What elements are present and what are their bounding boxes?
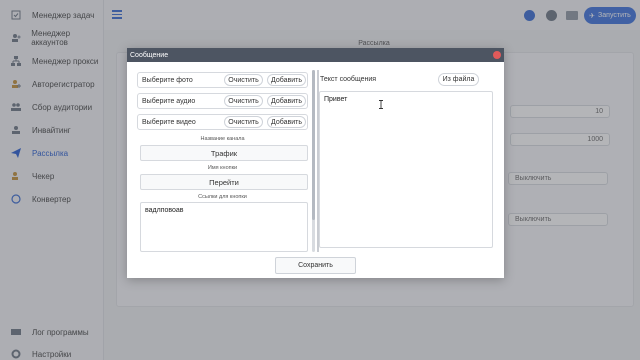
left-scrollbar[interactable] (312, 70, 315, 252)
scrollbar-thumb[interactable] (312, 70, 315, 220)
text-cursor-icon (378, 100, 384, 109)
message-textarea[interactable]: Привет (319, 91, 493, 248)
clear-photo-button[interactable]: Очистить (224, 74, 263, 86)
clear-audio-button[interactable]: Очистить (224, 95, 263, 107)
links-textarea[interactable]: вадлповоав (140, 202, 308, 252)
message-label: Текст сообщения (320, 76, 377, 83)
modal-header: Сообщение (127, 48, 504, 62)
save-button[interactable]: Сохранить (275, 257, 356, 274)
audio-label: Выберите аудио (142, 97, 196, 105)
message-modal: Сообщение Выберите фото Очистить Добавит… (127, 48, 504, 278)
clear-video-button[interactable]: Очистить (224, 116, 263, 128)
from-file-button[interactable]: Из файла (438, 73, 479, 86)
media-column: Выберите фото Очистить Добавить Выберите… (137, 70, 311, 252)
message-column: Текст сообщения Из файла Привет (319, 70, 495, 252)
message-text: Привет (324, 96, 348, 103)
audio-row: Выберите аудио Очистить Добавить (137, 93, 308, 109)
video-label: Выберите видео (142, 118, 196, 126)
photo-label: Выберите фото (142, 76, 193, 84)
modal-title: Сообщение (130, 51, 169, 59)
add-photo-button[interactable]: Добавить (267, 74, 306, 86)
channel-name-field[interactable]: Трафик (140, 145, 308, 161)
close-icon[interactable] (493, 51, 501, 59)
add-audio-button[interactable]: Добавить (267, 95, 306, 107)
button-name-caption: Имя кнопки (207, 165, 238, 171)
button-name-field[interactable]: Перейти (140, 174, 308, 190)
add-video-button[interactable]: Добавить (267, 116, 306, 128)
photo-row: Выберите фото Очистить Добавить (137, 72, 308, 88)
links-caption: Ссылки для кнопки (198, 194, 247, 200)
channel-name-caption: Название канала (200, 136, 245, 142)
video-row: Выберите видео Очистить Добавить (137, 114, 308, 130)
